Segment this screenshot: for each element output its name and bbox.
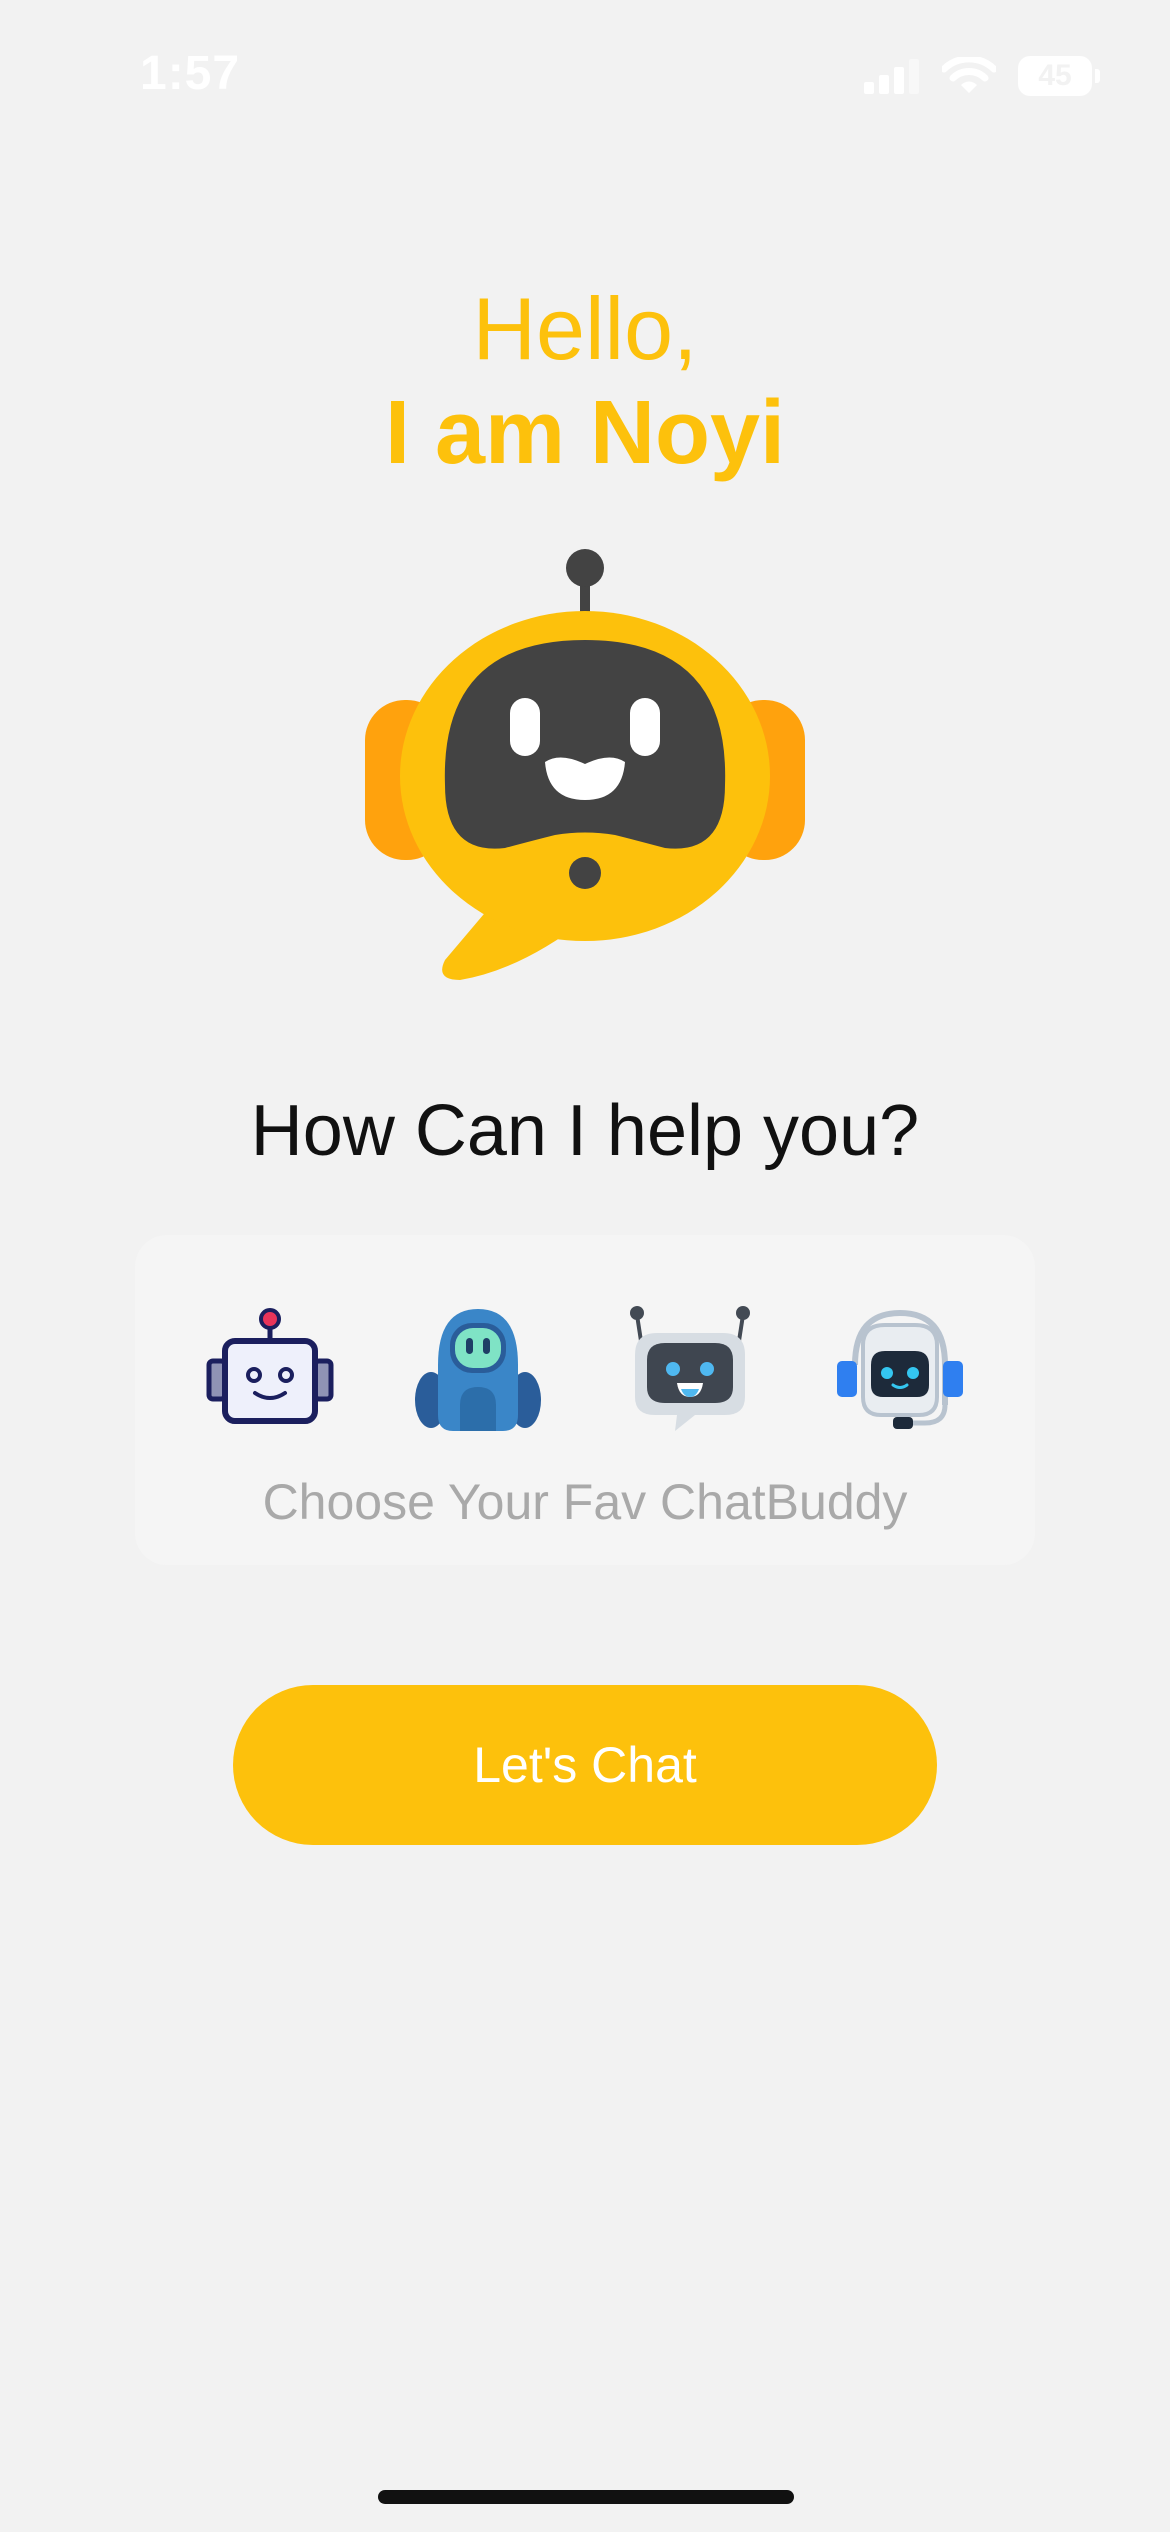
robot-mascot-icon <box>360 540 810 1000</box>
buddy-options <box>135 1305 1035 1435</box>
status-time: 1:57 <box>140 47 241 100</box>
square-robot-icon <box>206 1308 334 1424</box>
blue-robot-icon <box>415 1309 541 1431</box>
chat-bubble-robot-icon <box>630 1306 750 1431</box>
battery-icon: 45 <box>1018 56 1100 96</box>
status-bar: 1:57 45 <box>0 0 1170 150</box>
signal-icon <box>864 59 919 94</box>
buddy-option-headset-robot[interactable] <box>835 1305 965 1435</box>
lets-chat-button[interactable]: Let's Chat <box>233 1685 937 1845</box>
buddy-option-square-robot[interactable] <box>205 1305 335 1435</box>
buddy-caption: Choose Your Fav ChatBuddy <box>262 1474 908 1530</box>
buddy-option-blue-robot[interactable] <box>413 1305 543 1435</box>
home-indicator[interactable] <box>378 2490 794 2504</box>
buddy-option-chat-robot[interactable] <box>625 1305 755 1435</box>
headset-robot-icon <box>837 1309 963 1429</box>
wifi-icon <box>942 57 996 93</box>
buddy-selector-card: Choose Your Fav ChatBuddy <box>135 1235 1035 1565</box>
greeting-name: I am Noyi <box>384 383 786 483</box>
status-icons: 45 <box>864 56 1100 96</box>
battery-level: 45 <box>1038 59 1072 92</box>
greeting-hello: Hello, <box>472 279 698 378</box>
battery-cap <box>1095 69 1100 83</box>
help-heading: How Can I help you? <box>250 1091 920 1171</box>
